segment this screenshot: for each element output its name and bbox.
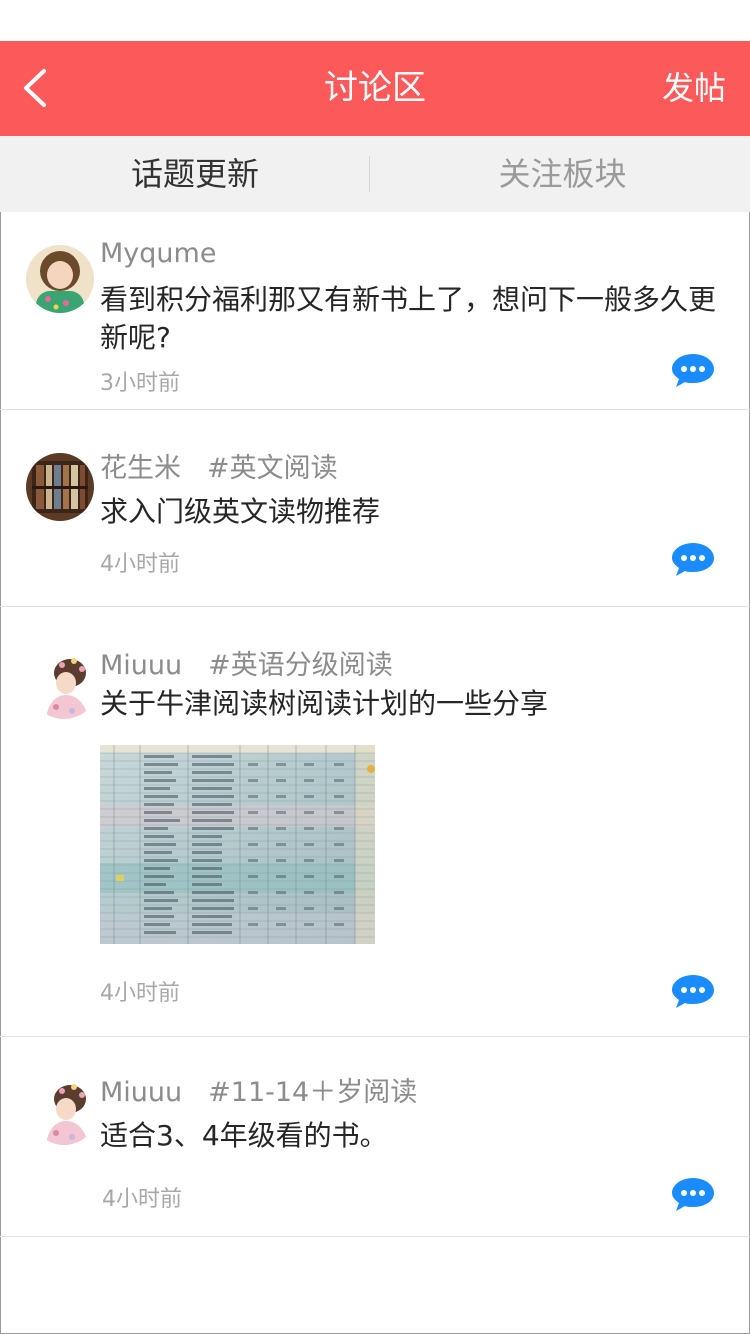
comment-bubble-icon [672, 975, 714, 1008]
post-meta: 花生米 #英文阅读 [100, 446, 338, 485]
avatar[interactable] [26, 245, 94, 313]
post-content[interactable]: 适合3、4年级看的书。 [100, 1117, 732, 1155]
post-time: 4小时前 [100, 552, 180, 577]
post-item[interactable]: Miuuu #英语分级阅读 关于牛津阅读树阅读计划的一些分享 4小时前 [0, 607, 750, 1037]
new-post-button[interactable]: 发帖 [662, 41, 726, 136]
avatar[interactable] [30, 651, 98, 719]
post-meta: Myqume [100, 238, 216, 269]
spreadsheet-photo [100, 745, 375, 944]
post-time: 4小时前 [102, 1187, 182, 1212]
page-title: 讨论区 [324, 68, 426, 108]
comment-bubble-icon [672, 543, 714, 576]
post-content[interactable]: 求入门级英文读物推荐 [100, 493, 732, 531]
comment-bubble-icon [672, 1178, 714, 1211]
post-meta: Miuuu #英语分级阅读 [100, 643, 393, 682]
post-item[interactable]: Myqume 看到积分福利那又有新书上了，想问下一般多久更新呢? 3小时前 [0, 212, 750, 410]
post-content[interactable]: 关于牛津阅读树阅读计划的一些分享 [100, 685, 732, 723]
post-content[interactable]: 看到积分福利那又有新书上了，想问下一般多久更新呢? [100, 281, 732, 357]
comment-button[interactable] [670, 540, 716, 578]
username[interactable]: Miuuu [100, 1077, 182, 1108]
avatar[interactable] [26, 453, 94, 521]
tab-bar: 话题更新 关注板块 [0, 136, 750, 212]
tab-divider [369, 156, 370, 192]
post-feed: Myqume 看到积分福利那又有新书上了，想问下一般多久更新呢? 3小时前 花生… [0, 212, 750, 1237]
post-meta: Miuuu #11-14＋岁阅读 [100, 1070, 417, 1109]
tab-followed-boards[interactable]: 关注板块 [375, 136, 750, 212]
avatar[interactable] [30, 1077, 98, 1145]
tab-topic-updates[interactable]: 话题更新 [10, 136, 380, 212]
post-image[interactable] [100, 745, 375, 944]
nav-bar: 讨论区 发帖 [0, 41, 750, 136]
comment-bubble-icon [672, 354, 714, 387]
comment-button[interactable] [670, 972, 716, 1010]
status-bar [0, 0, 750, 41]
post-time: 3小时前 [100, 371, 180, 396]
username[interactable]: 花生米 [100, 453, 181, 484]
post-item[interactable]: Miuuu #11-14＋岁阅读 适合3、4年级看的书。 4小时前 [0, 1037, 750, 1237]
comment-button[interactable] [670, 351, 716, 389]
username[interactable]: Miuuu [100, 650, 182, 681]
username[interactable]: Myqume [100, 238, 216, 269]
topic-tag[interactable]: #英文阅读 [207, 453, 338, 484]
post-item[interactable]: 花生米 #英文阅读 求入门级英文读物推荐 4小时前 [0, 410, 750, 607]
topic-tag[interactable]: #英语分级阅读 [208, 650, 393, 681]
comment-button[interactable] [670, 1175, 716, 1213]
topic-tag[interactable]: #11-14＋岁阅读 [208, 1077, 417, 1108]
post-time: 4小时前 [100, 981, 180, 1006]
